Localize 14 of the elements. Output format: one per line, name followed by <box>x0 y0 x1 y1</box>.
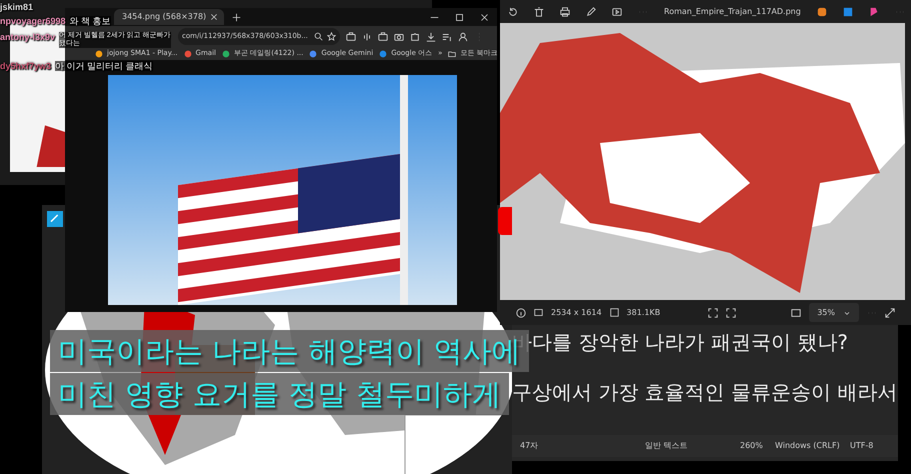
browser-tab[interactable]: 3454.png (568×378) <box>114 9 224 25</box>
file-size: 381.1KB <box>626 306 660 318</box>
subtitle-text: 미친 영향 요거를 정말 철두미하게 <box>50 373 509 415</box>
status-text: Windows (CRLF) <box>775 440 841 452</box>
window-title: Roman_Empire_Trajan_117AD.png <box>664 6 801 18</box>
text-line: 구상에서 가장 효율적인 물류운송이 배라서 <box>512 379 898 406</box>
image-dimensions: 2534 x 1614 <box>551 306 602 318</box>
status-text: UTF-8 <box>850 440 874 452</box>
chat-username: jskim81 <box>0 2 34 12</box>
tab-title: 3454.png (568×378) <box>122 11 206 23</box>
status-text: 일반 텍스트 <box>645 440 689 452</box>
zoom-dropdown[interactable]: 35% <box>809 303 859 322</box>
status-text: 47자 <box>520 440 540 452</box>
status-text: 260% <box>740 440 764 452</box>
